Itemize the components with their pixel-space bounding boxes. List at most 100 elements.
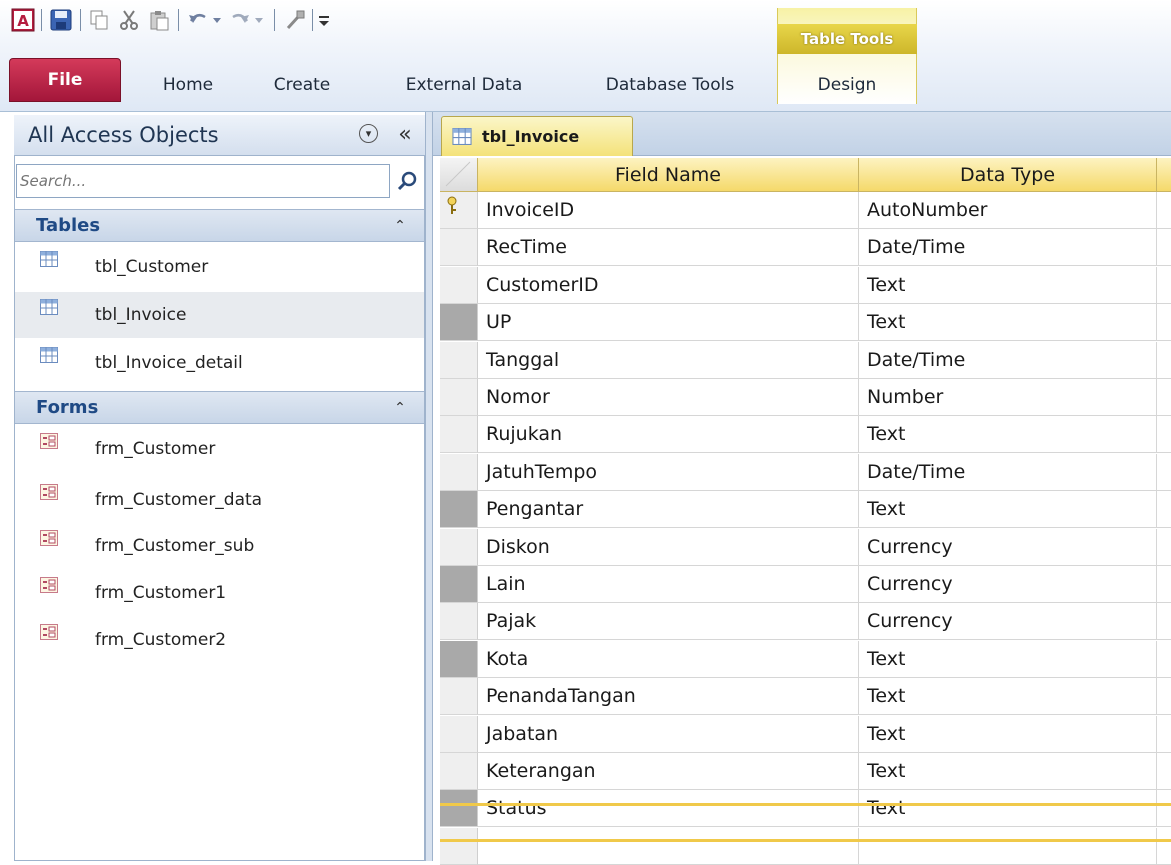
row-selector[interactable] bbox=[440, 603, 478, 640]
field-name-cell[interactable]: Lain bbox=[478, 566, 859, 603]
undo-icon[interactable] bbox=[186, 7, 224, 33]
description-cell[interactable] bbox=[1157, 641, 1171, 678]
row-selector[interactable] bbox=[440, 716, 478, 753]
field-name-cell[interactable]: PenandaTangan bbox=[478, 678, 859, 715]
field-name-cell[interactable]: Pengantar bbox=[478, 491, 859, 528]
field-name-cell[interactable]: Status bbox=[478, 790, 859, 827]
description-cell[interactable] bbox=[1157, 304, 1171, 341]
data-type-cell[interactable]: AutoNumber bbox=[859, 192, 1157, 229]
tab-create[interactable]: Create bbox=[262, 68, 342, 102]
data-type-cell[interactable]: Date/Time bbox=[859, 342, 1157, 379]
data-type-cell[interactable]: Text bbox=[859, 491, 1157, 528]
field-name-cell[interactable]: Kota bbox=[478, 641, 859, 678]
customize-qat-icon[interactable] bbox=[316, 7, 332, 33]
data-type-cell[interactable]: Number bbox=[859, 379, 1157, 416]
field-name-cell[interactable]: InvoiceID bbox=[478, 192, 859, 229]
tab-database-tools[interactable]: Database Tools bbox=[580, 68, 760, 102]
description-cell[interactable] bbox=[1157, 454, 1171, 491]
description-cell[interactable] bbox=[1157, 229, 1171, 266]
data-type-cell[interactable]: Text bbox=[859, 267, 1157, 304]
description-cell[interactable] bbox=[1157, 716, 1171, 753]
file-tab[interactable]: File bbox=[9, 58, 121, 102]
description-cell[interactable] bbox=[1157, 566, 1171, 603]
data-type-cell[interactable]: Text bbox=[859, 753, 1157, 790]
row-selector[interactable] bbox=[440, 529, 478, 566]
document-tab-tbl-invoice[interactable]: tbl_Invoice bbox=[441, 116, 633, 156]
row-selector[interactable] bbox=[440, 454, 478, 491]
row-selector[interactable] bbox=[440, 566, 478, 603]
field-name-cell[interactable]: RecTime bbox=[478, 229, 859, 266]
field-name-cell[interactable]: UP bbox=[478, 304, 859, 341]
tab-design[interactable]: Design bbox=[782, 68, 912, 102]
row-selector[interactable] bbox=[440, 753, 478, 790]
row-selector[interactable] bbox=[440, 304, 478, 341]
new-row-desc[interactable] bbox=[1157, 828, 1171, 865]
column-header-description[interactable] bbox=[1157, 158, 1171, 192]
new-row-fname[interactable] bbox=[478, 828, 859, 865]
tab-home[interactable]: Home bbox=[148, 68, 228, 102]
chevron-up-double-icon[interactable]: ⌃ bbox=[390, 398, 410, 418]
description-cell[interactable] bbox=[1157, 491, 1171, 528]
redo-icon[interactable] bbox=[230, 7, 268, 33]
data-type-cell[interactable]: Text bbox=[859, 678, 1157, 715]
data-type-cell[interactable]: Date/Time bbox=[859, 454, 1157, 491]
format-painter-icon[interactable] bbox=[282, 7, 308, 33]
data-type-cell[interactable]: Text bbox=[859, 716, 1157, 753]
field-name-cell[interactable]: Nomor bbox=[478, 379, 859, 416]
field-name-cell[interactable]: Pajak bbox=[478, 603, 859, 640]
data-type-cell[interactable]: Currency bbox=[859, 603, 1157, 640]
field-name-cell[interactable]: Keterangan bbox=[478, 753, 859, 790]
data-type-cell[interactable]: Text bbox=[859, 641, 1157, 678]
description-cell[interactable] bbox=[1157, 342, 1171, 379]
search-input[interactable] bbox=[20, 166, 380, 196]
nav-item-tbl-customer[interactable] bbox=[15, 244, 424, 290]
tab-external-data[interactable]: External Data bbox=[389, 68, 539, 102]
description-cell[interactable] bbox=[1157, 678, 1171, 715]
description-cell[interactable] bbox=[1157, 753, 1171, 790]
column-header-data-type[interactable]: Data Type bbox=[859, 158, 1157, 192]
row-selector[interactable] bbox=[440, 416, 478, 453]
new-row-sel-cell[interactable] bbox=[440, 828, 478, 865]
description-cell[interactable] bbox=[1157, 192, 1171, 229]
copy-icon[interactable] bbox=[86, 7, 112, 33]
description-cell[interactable] bbox=[1157, 529, 1171, 566]
row-selector[interactable] bbox=[440, 342, 478, 379]
search-icon[interactable] bbox=[392, 164, 422, 198]
pane-splitter[interactable] bbox=[425, 112, 433, 861]
field-name-cell[interactable]: Tanggal bbox=[478, 342, 859, 379]
data-type-cell[interactable]: Text bbox=[859, 416, 1157, 453]
description-cell[interactable] bbox=[1157, 416, 1171, 453]
field-name-cell[interactable]: Jabatan bbox=[478, 716, 859, 753]
field-name-cell[interactable]: JatuhTempo bbox=[478, 454, 859, 491]
row-selector[interactable] bbox=[440, 641, 478, 678]
grid-corner-selector[interactable] bbox=[440, 158, 478, 192]
row-selector[interactable] bbox=[440, 491, 478, 528]
description-cell[interactable] bbox=[1157, 379, 1171, 416]
new-row-dtype[interactable] bbox=[859, 828, 1157, 865]
chevron-down-icon[interactable]: ▾ bbox=[359, 124, 378, 143]
description-cell[interactable] bbox=[1157, 267, 1171, 304]
data-type-cell[interactable]: Text bbox=[859, 790, 1157, 827]
nav-item-tbl-invoice[interactable] bbox=[15, 292, 424, 338]
save-icon[interactable] bbox=[48, 7, 74, 33]
shutter-bar-close-icon[interactable]: « bbox=[393, 121, 417, 147]
data-type-cell[interactable]: Currency bbox=[859, 529, 1157, 566]
row-selector[interactable] bbox=[440, 678, 478, 715]
field-name-cell[interactable]: Rujukan bbox=[478, 416, 859, 453]
cut-icon[interactable] bbox=[116, 7, 142, 33]
navigation-pane-title[interactable]: All Access Objects bbox=[28, 118, 219, 152]
paste-icon[interactable] bbox=[146, 7, 172, 33]
nav-item-frm-customer[interactable] bbox=[15, 426, 424, 472]
row-selector[interactable] bbox=[440, 229, 478, 266]
field-name-cell[interactable]: Diskon bbox=[478, 529, 859, 566]
data-type-cell[interactable]: Date/Time bbox=[859, 229, 1157, 266]
data-type-cell[interactable]: Currency bbox=[859, 566, 1157, 603]
description-cell[interactable] bbox=[1157, 790, 1171, 827]
chevron-up-double-icon[interactable]: ⌃ bbox=[390, 216, 410, 236]
column-header-field-name[interactable]: Field Name bbox=[478, 158, 859, 192]
row-selector[interactable] bbox=[440, 267, 478, 304]
field-name-cell[interactable]: CustomerID bbox=[478, 267, 859, 304]
access-logo-icon[interactable]: A bbox=[10, 7, 36, 33]
data-type-cell[interactable]: Text bbox=[859, 304, 1157, 341]
description-cell[interactable] bbox=[1157, 603, 1171, 640]
